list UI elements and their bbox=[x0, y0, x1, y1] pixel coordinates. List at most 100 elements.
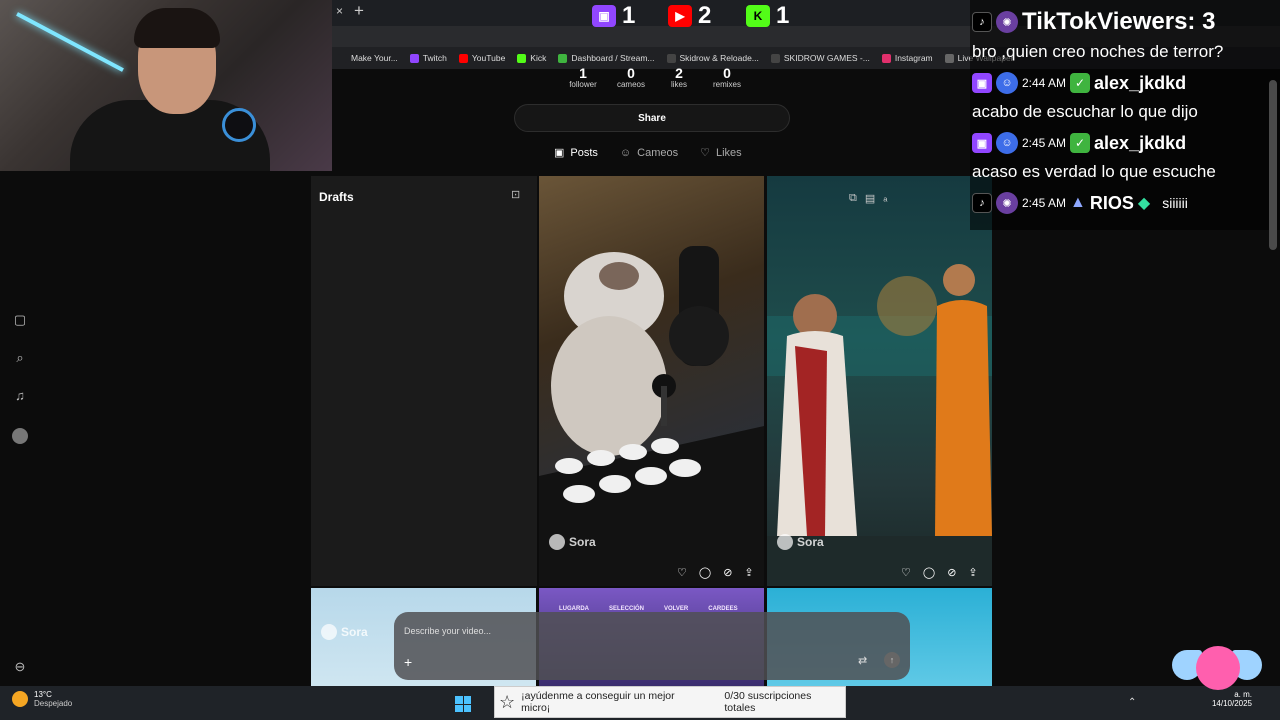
triangle-icon: ▲ bbox=[1070, 194, 1086, 211]
viewers-line: ♪ ✺ TikTokViewers: 3 bbox=[972, 8, 1215, 36]
gem-icon: ◆ bbox=[1137, 195, 1151, 212]
tab-likes[interactable]: ♡ Likes bbox=[700, 146, 742, 160]
sora-label: Sora bbox=[569, 535, 596, 549]
tray-chevron-icon[interactable]: ⌃ bbox=[1128, 697, 1136, 708]
drafts-title: Drafts bbox=[319, 190, 354, 204]
video-tile-jesus-monk[interactable]: ⧉ ▤ ₐ Sora ♡ ◯ ⊘ ⇪ bbox=[767, 176, 992, 586]
bookmark-label: YouTube bbox=[471, 53, 506, 63]
sora-watermark: Sora bbox=[549, 534, 596, 550]
sora-logo-icon bbox=[777, 534, 793, 550]
tiktok-viewers: TikTokViewers: 3 bbox=[1022, 8, 1216, 35]
tiktok-icon: ♪ bbox=[972, 193, 992, 213]
video-tile-cat[interactable]: Sora ♡ ◯ ⊘ ⇪ bbox=[539, 176, 764, 586]
banner-text: ¡ayúdenme a conseguir un mejor micro¡ bbox=[521, 690, 675, 714]
tab-posts[interactable]: ▣ Posts bbox=[554, 146, 598, 160]
badge-icon: ✓ bbox=[1070, 133, 1091, 153]
chat-message: bro ,quien creo noches de terror? bbox=[972, 42, 1223, 62]
translate-icon[interactable]: ₐ bbox=[883, 192, 887, 205]
comment-icon[interactable]: ◯ bbox=[923, 566, 935, 579]
drafts-tile[interactable]: Drafts ⊡ bbox=[311, 176, 537, 586]
cast-icon[interactable]: ▤ bbox=[865, 192, 875, 205]
tab-cameos[interactable]: ☺ Cameos bbox=[620, 146, 678, 159]
mascot-overlay bbox=[1172, 640, 1262, 700]
like-icon[interactable]: ♡ bbox=[901, 566, 911, 579]
stat-value: 1 bbox=[579, 65, 587, 81]
close-tab-icon[interactable]: × bbox=[336, 4, 343, 18]
weather-desc: Despejado bbox=[34, 699, 73, 708]
profile-stats: 1 follower 0 cameos 2 likes 0 remixes bbox=[560, 66, 750, 89]
weather-temp: 13°C bbox=[34, 690, 52, 699]
sora-watermark: Sora bbox=[321, 624, 368, 640]
youtube-counter: ▶ 2 bbox=[668, 2, 711, 30]
stat-value: 2 bbox=[675, 65, 683, 81]
share-icon[interactable]: ⇪ bbox=[744, 566, 753, 579]
home-icon[interactable]: ▢ bbox=[12, 312, 28, 328]
banner-count: 0/30 suscripciones totales bbox=[724, 690, 812, 714]
bookmark-item[interactable]: YouTube bbox=[453, 53, 511, 63]
settings-sliders-icon[interactable]: ⇄ bbox=[858, 654, 867, 667]
user-icon: ☺ bbox=[996, 132, 1018, 154]
stat-remixes: 0 remixes bbox=[704, 66, 750, 89]
comment-icon[interactable]: ◯ bbox=[699, 566, 711, 579]
add-icon[interactable]: + bbox=[404, 654, 412, 670]
bookmark-icon bbox=[458, 53, 468, 63]
settings-icon[interactable]: ⊖ bbox=[12, 659, 28, 675]
chat-username: alex_jkdkd bbox=[1094, 132, 1187, 153]
bookmark-label: Skidrow & Reloade... bbox=[679, 53, 759, 63]
weather-icon bbox=[12, 691, 28, 707]
page-scrollbar[interactable] bbox=[1269, 80, 1277, 250]
bookmark-item[interactable]: Instagram bbox=[876, 53, 939, 63]
bookmark-item[interactable]: SKIDROW GAMES -... bbox=[765, 53, 876, 63]
share-button[interactable]: Share bbox=[514, 104, 790, 132]
submit-arrow-icon[interactable]: ↑ bbox=[884, 652, 900, 668]
cat-arcade-illustration bbox=[539, 246, 764, 586]
streamer-hair bbox=[134, 8, 220, 48]
lightning-effect bbox=[16, 12, 124, 72]
stat-likes: 2 likes bbox=[656, 66, 702, 89]
weather-widget[interactable]: 13°C Despejado bbox=[12, 690, 72, 708]
kick-icon: K bbox=[746, 5, 770, 27]
stat-cameos: 0 cameos bbox=[608, 66, 654, 89]
stat-value: 0 bbox=[723, 65, 731, 81]
bookmark-item[interactable]: Dashboard / Stream... bbox=[552, 53, 660, 63]
avatar[interactable] bbox=[12, 428, 28, 444]
bookmark-label: Make Your... bbox=[351, 53, 398, 63]
bookmark-item[interactable]: Make Your... bbox=[332, 53, 404, 63]
pip-icon[interactable]: ⧉ bbox=[849, 192, 857, 205]
badge-icon: ✓ bbox=[1070, 73, 1091, 93]
share-icon[interactable]: ⇪ bbox=[968, 566, 977, 579]
stat-label: cameos bbox=[616, 80, 645, 89]
sora-label: Sora bbox=[341, 625, 368, 639]
microphone bbox=[222, 108, 256, 142]
drafts-expand-icon[interactable]: ⊡ bbox=[511, 188, 520, 201]
like-icon[interactable]: ♡ bbox=[677, 566, 687, 579]
stat-followers[interactable]: 1 follower bbox=[560, 66, 606, 89]
profile-tabs: ▣ Posts ☺ Cameos ♡ Likes bbox=[554, 146, 742, 160]
windows-start-icon[interactable] bbox=[455, 696, 471, 712]
posts-icon: ▣ bbox=[554, 147, 565, 159]
bookmark-item[interactable]: Skidrow & Reloade... bbox=[661, 53, 765, 63]
bookmark-item[interactable]: Twitch bbox=[404, 53, 453, 63]
twitch-counter: ▣ 1 bbox=[592, 2, 635, 30]
twitch-icon: ▣ bbox=[592, 5, 616, 27]
kick-count: 1 bbox=[776, 2, 790, 29]
chat-username: alex_jkdkd bbox=[1094, 72, 1187, 93]
mascot-body bbox=[1196, 646, 1240, 690]
chat-message: acaso es verdad lo que escuche bbox=[972, 162, 1216, 182]
youtube-icon: ▶ bbox=[668, 5, 692, 27]
notifications-icon[interactable]: ♫ bbox=[12, 387, 28, 403]
bookmark-item[interactable]: Kick bbox=[511, 53, 552, 63]
remix-icon[interactable]: ⊘ bbox=[723, 566, 732, 579]
new-tab-icon[interactable]: + bbox=[354, 1, 364, 21]
sora-logo-icon bbox=[321, 624, 337, 640]
stat-label: remixes bbox=[712, 80, 741, 89]
date: 14/10/2025 bbox=[1211, 699, 1252, 708]
remix-icon[interactable]: ⊘ bbox=[947, 566, 956, 579]
chat-message: acabo de escuchar lo que dijo bbox=[972, 102, 1198, 122]
bookmark-label: SKIDROW GAMES -... bbox=[783, 53, 870, 63]
search-icon[interactable]: ⌕ bbox=[12, 350, 28, 366]
subscription-goal-banner: ☆ ¡ayúdenme a conseguir un mejor micro¡ … bbox=[494, 686, 846, 718]
prompt-composer[interactable]: Describe your video... + ⇄ ↑ bbox=[394, 612, 910, 680]
sora-watermark: Sora bbox=[777, 534, 824, 550]
prompt-input[interactable]: Describe your video... bbox=[404, 626, 491, 636]
